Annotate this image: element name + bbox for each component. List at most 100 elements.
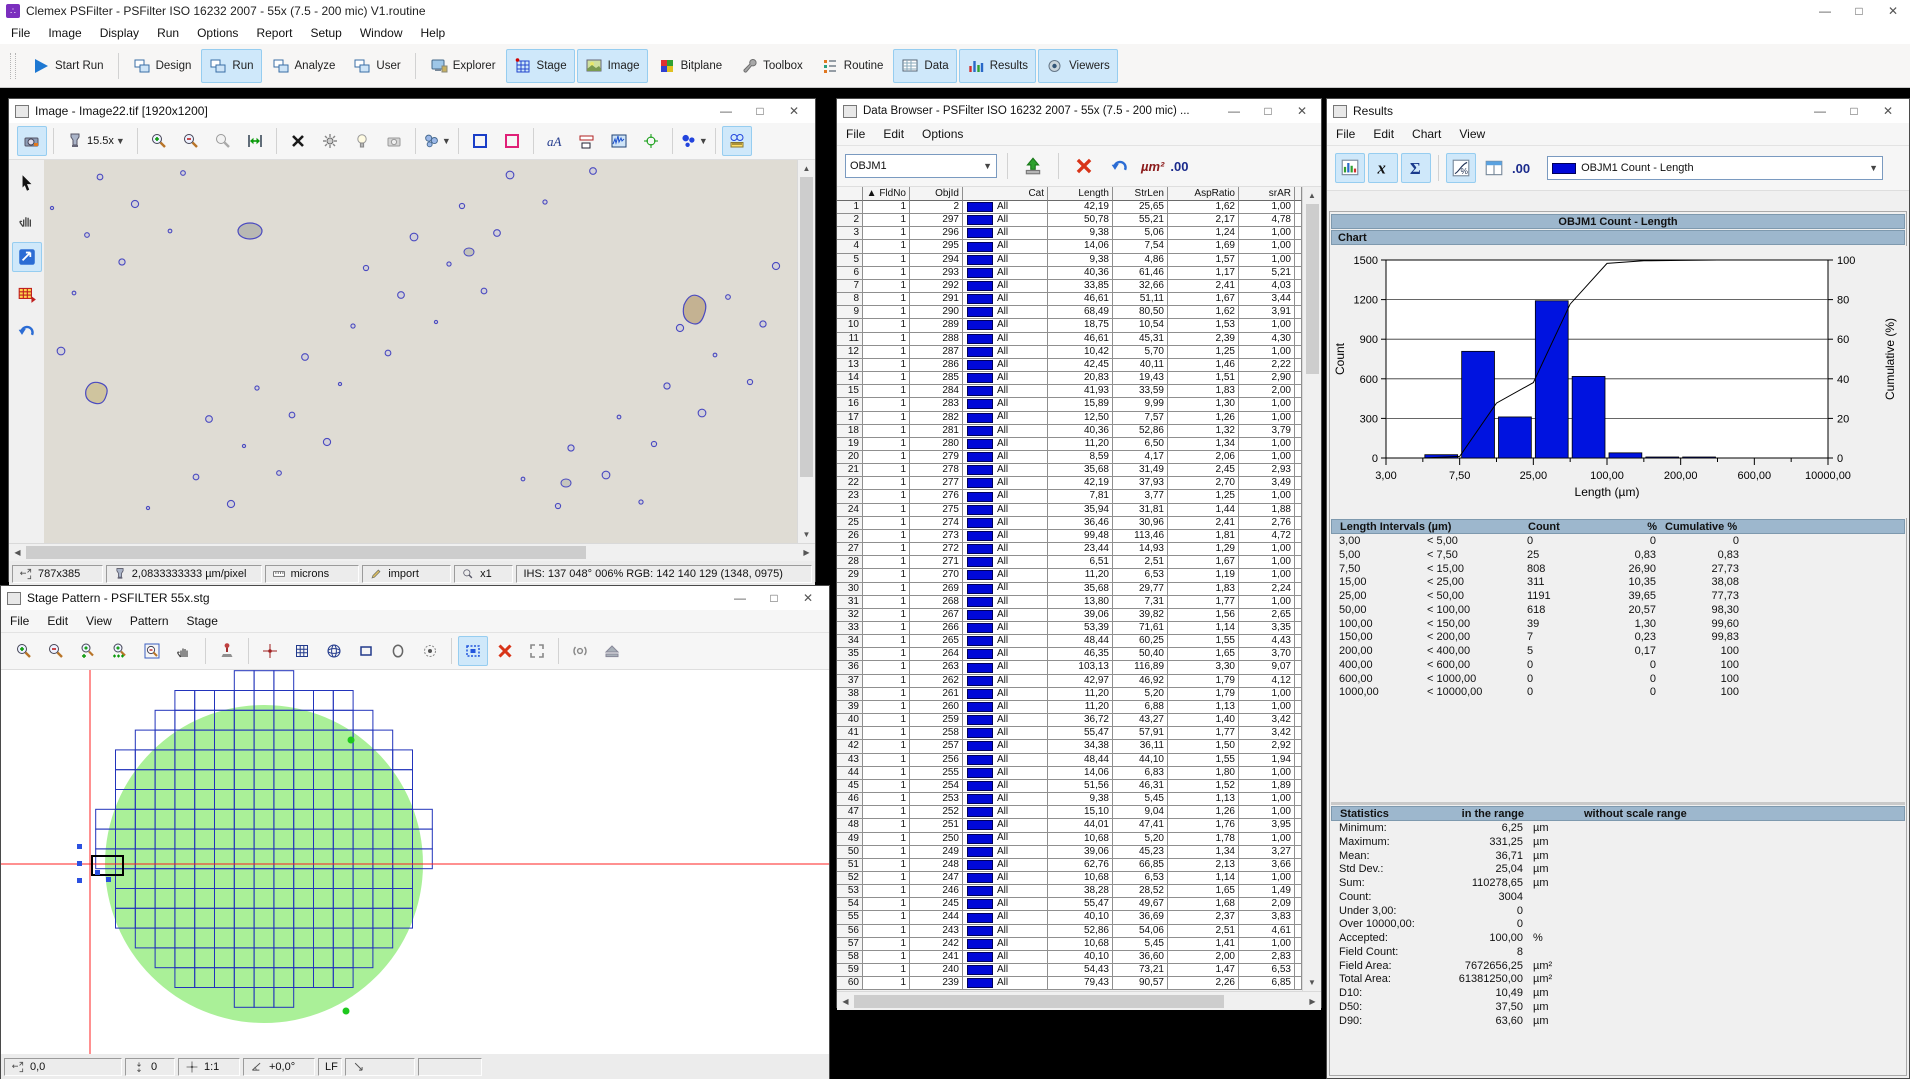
stage-window-icon[interactable]	[7, 592, 21, 605]
table-row[interactable]: 121287All10,425,701,251,00	[837, 346, 1302, 359]
menu-item-pattern[interactable]: Pattern	[121, 614, 178, 628]
table-row[interactable]: 51294All9,384,861,571,00	[837, 254, 1302, 267]
calibrate-rings-button[interactable]	[565, 636, 595, 666]
object-selector[interactable]: OBJM1 ▼	[845, 154, 997, 178]
interval-row[interactable]: 5,00< 7,50250,830,83	[1331, 549, 1905, 563]
table-row[interactable]: 112All42,1925,651,621,00	[837, 201, 1302, 214]
menu-item-view[interactable]: View	[77, 614, 121, 628]
decimals-button[interactable]: .00	[1170, 159, 1188, 174]
table-row[interactable]: 471252All15,109,041,261,00	[837, 806, 1302, 819]
scroll-thumb[interactable]	[26, 546, 586, 559]
results-button[interactable]: Results	[959, 49, 1036, 83]
column-header-Cat[interactable]: Cat	[963, 187, 1048, 201]
table-row[interactable]: 601239All79,4390,572,266,85	[837, 977, 1302, 990]
table-row[interactable]: 281271All6,512,511,671,00	[837, 556, 1302, 569]
results-window-icon[interactable]	[1333, 105, 1347, 118]
column-header-StrLen[interactable]: StrLen	[1113, 187, 1168, 201]
zoom-button[interactable]	[208, 126, 238, 156]
sphere-pattern-button[interactable]	[319, 636, 349, 666]
values-button[interactable]: x	[1368, 153, 1398, 183]
close-icon[interactable]: ✕	[791, 587, 825, 609]
table-row[interactable]: 361263All103,13116,893,309,07	[837, 661, 1302, 674]
table-row[interactable]: 511248All62,7666,852,133,66	[837, 859, 1302, 872]
import-data-button[interactable]	[1018, 151, 1048, 181]
data-horizontal-scrollbar[interactable]: ◀ ▶	[837, 991, 1321, 1010]
image-window-titlebar[interactable]: Image - Image22.tif [1920x1200] ― □ ✕	[9, 99, 815, 123]
measure-button[interactable]	[722, 126, 752, 156]
camera-button[interactable]	[17, 126, 47, 156]
maximize-icon[interactable]: □	[1842, 0, 1876, 22]
objective-button[interactable]: 15.5x▼	[60, 126, 131, 156]
table-row[interactable]: 371262All42,9746,921,794,12	[837, 675, 1302, 688]
data-window-titlebar[interactable]: Data Browser - PSFilter ISO 16232 2007 -…	[837, 99, 1321, 123]
clear-markers-button[interactable]	[283, 126, 313, 156]
table-row[interactable]: 41295All14,067,541,691,00	[837, 240, 1302, 253]
annotation-text-button[interactable]: aA	[540, 126, 570, 156]
table-row[interactable]: 501249All39,0645,231,343,27	[837, 846, 1302, 859]
menu-item-image[interactable]: Image	[39, 26, 90, 40]
stage-canvas[interactable]	[1, 670, 829, 1054]
menu-item-setup[interactable]: Setup	[301, 26, 350, 40]
analyze-button[interactable]: Analyze	[264, 49, 344, 83]
maximize-icon[interactable]: □	[743, 100, 777, 122]
maximize-icon[interactable]: □	[1251, 100, 1285, 122]
routine-button[interactable]: Routine	[813, 49, 892, 83]
menu-item-display[interactable]: Display	[91, 26, 148, 40]
user-button[interactable]: User	[345, 49, 408, 83]
zoom-out-button[interactable]	[176, 126, 206, 156]
minimize-icon[interactable]: ―	[1217, 100, 1251, 122]
menu-item-edit[interactable]: Edit	[874, 127, 913, 141]
table-row[interactable]: 191280All11,206,501,341,00	[837, 438, 1302, 451]
table-row[interactable]: 61293All40,3661,461,175,21	[837, 267, 1302, 280]
data-button[interactable]: Data	[893, 49, 956, 83]
fit-width-button[interactable]	[240, 126, 270, 156]
delete-field-button[interactable]	[490, 636, 520, 666]
menu-item-run[interactable]: Run	[148, 26, 188, 40]
ellipse-pattern-button[interactable]	[383, 636, 413, 666]
object-overlay-button[interactable]: ▼	[679, 126, 709, 156]
column-header-FldNo[interactable]: ▲ FldNo	[863, 187, 910, 201]
minimize-icon[interactable]: ―	[1803, 100, 1837, 122]
table-row[interactable]: 321267All39,0639,821,562,65	[837, 609, 1302, 622]
table-row[interactable]: 201279All8,594,172,061,00	[837, 451, 1302, 464]
interval-row[interactable]: 600,00< 1000,0000100	[1331, 673, 1905, 687]
table-row[interactable]: 351264All46,3550,401,653,70	[837, 648, 1302, 661]
scroll-right-icon[interactable]: ▶	[798, 544, 815, 561]
table-row[interactable]: 561243All52,8654,062,514,61	[837, 925, 1302, 938]
pan-hand-button[interactable]	[169, 636, 199, 666]
column-header-srAR[interactable]: srAR	[1239, 187, 1295, 201]
scroll-up-icon[interactable]: ▲	[798, 160, 815, 177]
column-header-AspRatio[interactable]: AspRatio	[1168, 187, 1239, 201]
rect-pattern-button[interactable]	[351, 636, 381, 666]
menu-item-file[interactable]: File	[2, 26, 39, 40]
interval-row[interactable]: 25,00< 50,00119139,6577,73	[1331, 590, 1905, 604]
table-row[interactable]: 161283All15,899,991,301,00	[837, 398, 1302, 411]
zoom-in-fast-button[interactable]	[105, 636, 135, 666]
table-row[interactable]: 491250All10,685,201,781,00	[837, 833, 1302, 846]
table-row[interactable]: 461253All9,385,451,131,00	[837, 793, 1302, 806]
close-icon[interactable]: ✕	[1871, 100, 1905, 122]
scroll-right-icon[interactable]: ▶	[1304, 993, 1321, 1010]
section-splitter[interactable]	[1331, 802, 1905, 805]
statistics-button[interactable]: Σ	[1401, 153, 1431, 183]
table-layout-button[interactable]	[1479, 153, 1509, 183]
explorer-button[interactable]: Explorer	[422, 49, 504, 83]
table-row[interactable]: 481251All44,0147,411,763,95	[837, 819, 1302, 832]
micrograph-canvas[interactable]	[44, 160, 797, 543]
scroll-down-icon[interactable]: ▼	[798, 526, 815, 543]
table-row[interactable]: 421257All34,3836,111,502,92	[837, 740, 1302, 753]
zoom-in-button[interactable]	[9, 636, 39, 666]
interval-row[interactable]: 3,00< 5,00000	[1331, 535, 1905, 549]
table-row[interactable]: 381261All11,205,201,791,00	[837, 688, 1302, 701]
table-row[interactable]: 241275All35,9431,811,441,88	[837, 504, 1302, 517]
pointer-button[interactable]	[12, 168, 42, 198]
brightness-button[interactable]	[315, 126, 345, 156]
interval-row[interactable]: 1000,00< 10000,0000100	[1331, 686, 1905, 700]
lamp-button[interactable]	[347, 126, 377, 156]
menu-item-file[interactable]: File	[837, 127, 874, 141]
column-header-ObjId[interactable]: ObjId	[910, 187, 963, 201]
table-row[interactable]: 291270All11,206,531,191,00	[837, 569, 1302, 582]
scroll-thumb[interactable]	[854, 995, 1224, 1008]
results-chart[interactable]: 0300600900120015000204060801003,007,5025…	[1330, 246, 1908, 518]
column-header-rownum[interactable]	[837, 187, 863, 201]
